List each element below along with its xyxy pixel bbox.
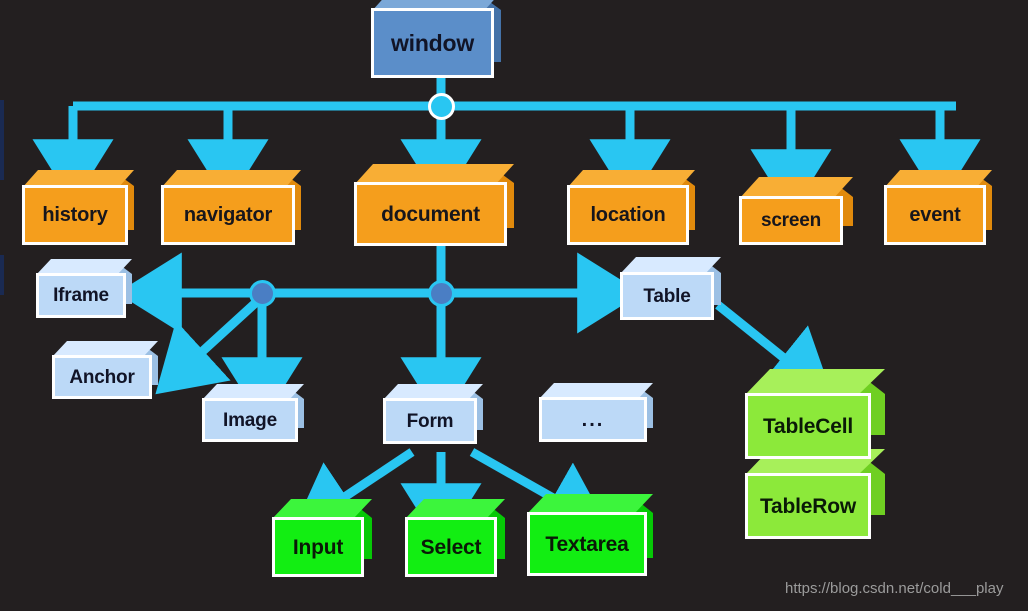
junction-window <box>428 93 455 120</box>
node-label: Table <box>643 285 691 307</box>
edge-table-tablecell <box>715 301 834 398</box>
box-face: history <box>22 185 128 245</box>
box-face: navigator <box>161 185 295 245</box>
node-label: Image <box>223 409 277 431</box>
left-edge-strip-lower <box>0 255 4 295</box>
box-face: window <box>371 8 494 78</box>
box-face: screen <box>739 196 843 245</box>
node-label: TableRow <box>759 494 857 518</box>
node-textarea[interactable]: Textarea <box>527 494 653 576</box>
connector-layer <box>32 78 981 548</box>
node-event[interactable]: event <box>884 170 992 245</box>
box-face: Input <box>272 517 364 577</box>
node-image[interactable]: Image <box>202 384 304 442</box>
node-label: TableCell <box>762 414 853 438</box>
node-ellipsis[interactable]: ... <box>539 383 653 442</box>
node-label: window <box>390 29 475 56</box>
node-label: Select <box>420 535 482 559</box>
box-face: event <box>884 185 986 245</box>
node-tablecell[interactable]: TableCell <box>745 369 885 459</box>
edge-document-anchor <box>155 293 266 395</box>
node-input[interactable]: Input <box>272 499 372 577</box>
box-face: Image <box>202 398 298 442</box>
box-face: Select <box>405 517 497 577</box>
node-label: event <box>909 204 961 226</box>
node-location[interactable]: location <box>567 170 695 245</box>
box-face: Textarea <box>527 512 647 576</box>
node-label: Input <box>292 535 344 559</box>
node-label: Anchor <box>69 366 135 388</box>
box-face: TableCell <box>745 393 871 459</box>
node-navigator[interactable]: navigator <box>161 170 301 245</box>
left-edge-strip <box>0 100 4 180</box>
node-label: screen <box>760 210 822 231</box>
box-face: Table <box>620 272 714 320</box>
diagram-canvas: window history navigator document locati… <box>0 0 1028 611</box>
box-face: location <box>567 185 689 245</box>
node-select[interactable]: Select <box>405 499 505 577</box>
node-window[interactable]: window <box>371 0 501 78</box>
node-iframe[interactable]: Iframe <box>36 259 132 318</box>
box-top <box>527 494 653 514</box>
box-face: ... <box>539 397 647 442</box>
node-screen[interactable]: screen <box>739 177 853 245</box>
node-tablerow[interactable]: TableRow <box>745 449 885 539</box>
box-face: document <box>354 182 507 246</box>
node-label: history <box>42 204 108 226</box>
node-table[interactable]: Table <box>620 257 721 320</box>
node-label: Iframe <box>53 285 109 306</box>
node-label: document <box>381 202 480 226</box>
node-label: Textarea <box>545 532 629 556</box>
node-anchor[interactable]: Anchor <box>52 341 158 399</box>
box-face: TableRow <box>745 473 871 539</box>
node-label: ... <box>581 408 605 431</box>
box-face: Iframe <box>36 273 126 318</box>
node-label: navigator <box>183 204 273 226</box>
node-label: Form <box>406 410 454 432</box>
watermark-url: https://blog.csdn.net/cold___play <box>785 580 1004 597</box>
junction-document-right <box>428 280 455 307</box>
node-history[interactable]: history <box>22 170 134 245</box>
node-document[interactable]: document <box>354 164 514 246</box>
node-form[interactable]: Form <box>383 384 483 444</box>
node-label: location <box>590 204 666 226</box>
box-face: Form <box>383 398 477 444</box>
junction-document-left <box>249 280 276 307</box>
box-face: Anchor <box>52 355 152 399</box>
